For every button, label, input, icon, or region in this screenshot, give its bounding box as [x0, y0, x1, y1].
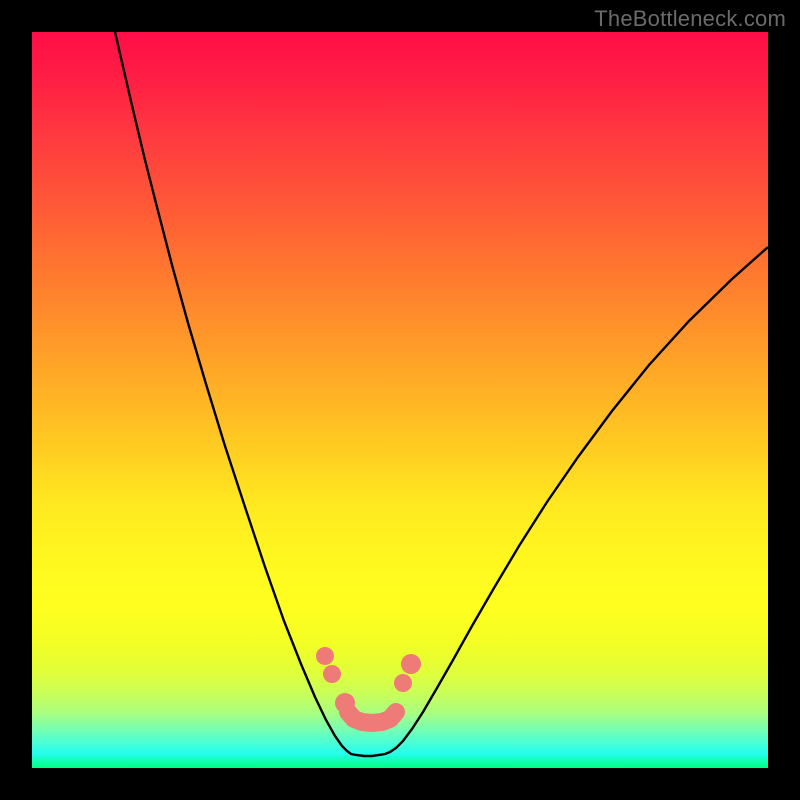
left-upper-marker-1 [316, 647, 334, 665]
left-upper-marker-2 [323, 665, 341, 683]
curve-markers [316, 647, 421, 713]
bottleneck-curve [115, 32, 768, 756]
right-mid-marker [394, 674, 412, 692]
curve-layer [32, 32, 768, 768]
chart-frame: TheBottleneck.com [0, 0, 800, 800]
bottom-flat-band [348, 712, 396, 723]
left-lower-marker [335, 693, 355, 713]
watermark-text: TheBottleneck.com [594, 6, 786, 32]
plot-area [32, 32, 768, 768]
right-upper-marker [401, 654, 421, 674]
